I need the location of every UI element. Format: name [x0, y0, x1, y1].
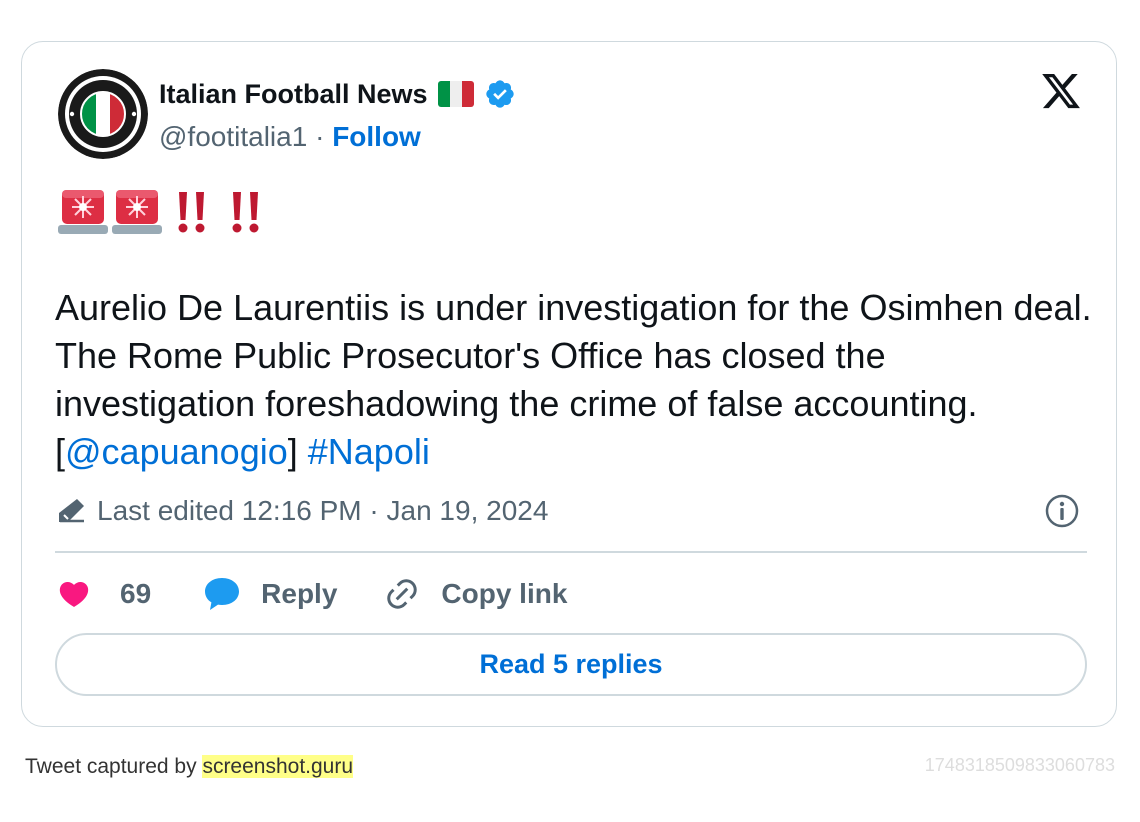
separator-dot: ·	[315, 121, 333, 152]
edited-timestamp: Last edited 12:16 PM · Jan 19, 2024	[97, 495, 549, 526]
heart-icon	[59, 581, 89, 607]
italy-flag-icon	[437, 81, 474, 107]
footer-brand-link[interactable]: screenshot.guru	[202, 755, 354, 778]
author-avatar[interactable]	[58, 69, 148, 159]
link-icon	[387, 579, 418, 609]
mention-link[interactable]: @capuanogio	[65, 431, 288, 472]
reply-button[interactable]: Reply	[203, 576, 337, 612]
like-count: 69	[120, 578, 152, 609]
hashtag-link[interactable]: #Napoli	[308, 431, 430, 472]
double-exclamation-icon	[232, 192, 259, 233]
author-handle[interactable]: @footitalia1	[159, 121, 307, 152]
read-replies-button[interactable]: Read 5 replies	[55, 633, 1087, 696]
reply-label: Reply	[261, 578, 338, 609]
reply-bubble-icon	[205, 578, 240, 610]
copy-link-button[interactable]: Copy link	[383, 576, 567, 612]
footer-captured-prefix: Tweet captured by	[25, 755, 203, 778]
divider	[55, 551, 1087, 553]
police-light-icon	[58, 190, 108, 234]
police-light-icon	[112, 190, 162, 234]
verified-badge-icon	[484, 78, 516, 110]
tweet-text: Aurelio De Laurentiis is under investiga…	[55, 284, 1095, 476]
pencil-icon	[59, 499, 84, 523]
tweet-id: 1748318509833060783	[924, 755, 1115, 775]
tweet-card: Italian Football News @footitalia1 · Fol…	[21, 41, 1117, 727]
double-exclamation-icon	[178, 192, 205, 233]
emoji-row	[58, 188, 268, 236]
follow-button[interactable]: Follow	[332, 121, 421, 152]
x-logo-icon[interactable]	[1039, 70, 1083, 112]
author-name-text: Italian Football News	[159, 79, 428, 109]
copy-link-label: Copy link	[441, 578, 568, 609]
handle-row: @footitalia1 · Follow	[159, 120, 421, 154]
edited-meta[interactable]: Last edited 12:16 PM · Jan 19, 2024	[56, 491, 548, 531]
avatar-badge-icon	[58, 69, 148, 159]
action-bar: 69 Reply Copy link	[56, 572, 567, 616]
like-button[interactable]: 69	[56, 577, 151, 611]
tweet-text-bracket: ]	[287, 431, 308, 472]
info-icon[interactable]	[1044, 493, 1080, 529]
footer-captured: Tweet captured by screenshot.guru	[25, 754, 354, 780]
author-name[interactable]: Italian Football News	[159, 78, 516, 110]
